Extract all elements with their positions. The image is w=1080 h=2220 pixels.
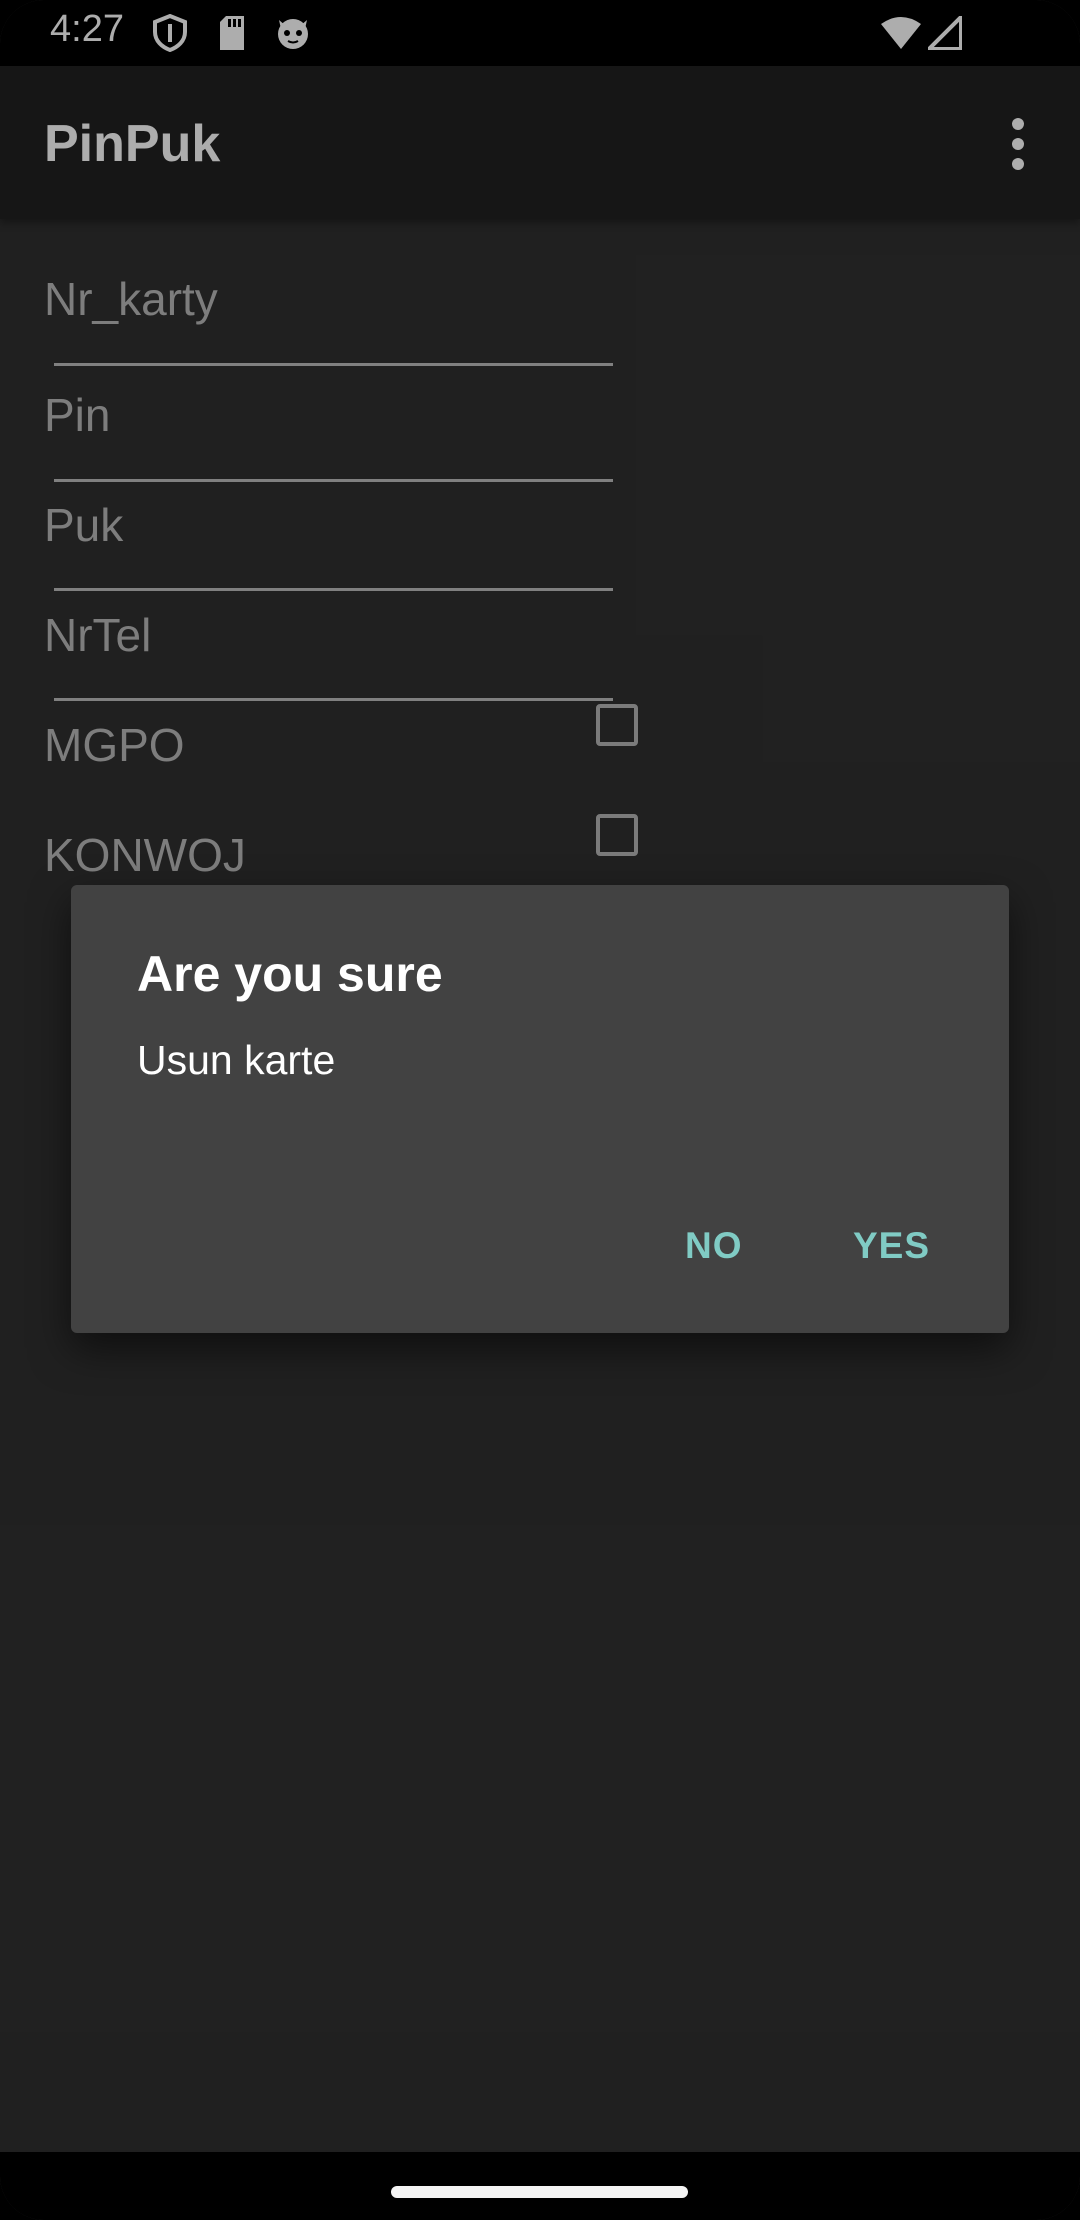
no-button[interactable]: NO xyxy=(685,1225,743,1267)
confirm-dialog: Are you sure Usun karte NO YES xyxy=(71,885,1009,1333)
app-screen: 4:27 PinPuk Nr_karty Pin Puk NrTel MGPO … xyxy=(0,0,1080,2220)
dialog-title: Are you sure xyxy=(137,946,443,1002)
dialog-message: Usun karte xyxy=(137,1037,336,1083)
yes-button[interactable]: YES xyxy=(853,1225,930,1267)
navigation-bar xyxy=(0,2152,1080,2220)
home-handle[interactable] xyxy=(391,2186,688,2198)
